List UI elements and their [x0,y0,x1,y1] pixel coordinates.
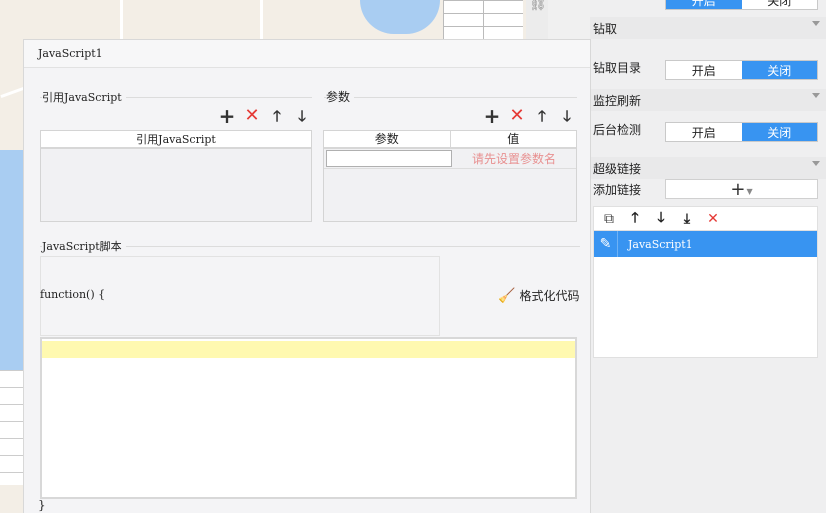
add-icon[interactable]: + [219,106,236,126]
properties-panel: 开启 关闭 钻取 钻取目录 开启 关闭 监控刷新 后台检测 开启 关闭 超级链接… [590,0,826,513]
delete-icon[interactable]: ✕ [244,107,260,125]
closing-brace: } [38,498,46,512]
chevron-down-icon[interactable] [812,161,820,166]
bg-check-off[interactable]: 关闭 [741,123,817,141]
value-column-header[interactable]: 值 [449,131,577,147]
broom-icon: 🧹 [498,287,516,304]
ref-js-table: 引用JavaScript [40,130,312,222]
drill-dir-on[interactable]: 开启 [666,61,742,79]
copy-icon[interactable]: ⧉ [600,211,618,227]
list-item[interactable]: ✎ JavaScript1 [594,231,817,257]
section-hyperlink[interactable]: 超级链接 [590,157,826,179]
format-code-label: 格式化代码 [519,289,580,303]
caret-down-icon: ▼ [746,186,753,196]
param-toolbar: + ✕ 🡑 🡓 [484,106,575,126]
ref-js-column-header[interactable]: 引用JavaScript [41,131,311,147]
table-row: 请先设置参数名 [324,149,576,169]
bg-check-label: 后台检测 [593,123,642,137]
hyperlink-list: ✎ JavaScript1 [593,230,818,358]
section-drill[interactable]: 钻取 [590,17,826,39]
current-line-highlight [42,341,575,358]
drill-dir-label: 钻取目录 [593,61,642,75]
section-monitor[interactable]: 监控刷新 [590,89,826,111]
drill-dir-toggle[interactable]: 开启 关闭 [665,60,818,80]
section-drill-title: 钻取 [593,21,618,36]
plus-icon: + [730,178,746,200]
chevron-down-icon[interactable] [812,93,820,98]
add-link-label: 添加链接 [593,183,642,197]
chevron-down-icon[interactable] [812,21,820,26]
link-toolbar: ⧉ 🡑 🡓 ⤓ ✕ [593,206,818,230]
pencil-icon[interactable]: ✎ [594,231,618,257]
script-group-title: JavaScript脚本 [42,238,126,254]
drill-dir-off[interactable]: 关闭 [741,61,817,79]
param-value-placeholder[interactable]: 请先设置参数名 [452,149,576,168]
add-link-button[interactable]: + ▼ [665,178,818,200]
arrow-down-icon[interactable]: 🡓 [294,108,310,124]
move-bottom-icon[interactable]: ⤓ [678,211,696,227]
dialog-title: JavaScript1 [24,40,590,68]
script-editor[interactable] [40,337,577,499]
link-icon[interactable]: ⛓ [529,0,547,12]
arrow-up-icon[interactable]: 🡑 [626,207,644,231]
ref-toolbar: + ✕ 🡑 🡓 [219,106,310,126]
bg-check-on[interactable]: 开启 [666,123,742,141]
section-hyperlink-title: 超级链接 [593,161,642,176]
top-toggle-on[interactable]: 开启 [666,0,742,9]
bg-check-toggle[interactable]: 开启 关闭 [665,122,818,142]
delete-icon[interactable]: ✕ [704,211,722,227]
delete-icon[interactable]: ✕ [509,107,525,125]
function-header: function() { [40,288,106,301]
ref-group-title: 引用JavaScript [42,89,126,105]
top-toggle-off[interactable]: 关闭 [742,0,818,9]
arrow-down-icon[interactable]: 🡓 [652,207,670,231]
arrow-up-icon[interactable]: 🡑 [534,108,550,124]
add-icon[interactable]: + [484,106,501,126]
hyperlink-name: JavaScript1 [628,237,693,251]
format-code-button[interactable]: 🧹 格式化代码 [498,287,579,304]
section-monitor-title: 监控刷新 [593,93,642,108]
param-name-input[interactable] [326,150,452,167]
param-table: 参数 值 请先设置参数名 [323,130,577,222]
arrow-up-icon[interactable]: 🡑 [269,108,285,124]
param-group-title: 参数 [326,88,355,105]
javascript-dialog: JavaScript1 引用JavaScript + ✕ 🡑 🡓 引用JavaS… [23,39,591,513]
arrow-down-icon[interactable]: 🡓 [559,108,575,124]
top-toggle[interactable]: 开启 关闭 [665,0,818,10]
param-column-header[interactable]: 参数 [324,131,450,147]
